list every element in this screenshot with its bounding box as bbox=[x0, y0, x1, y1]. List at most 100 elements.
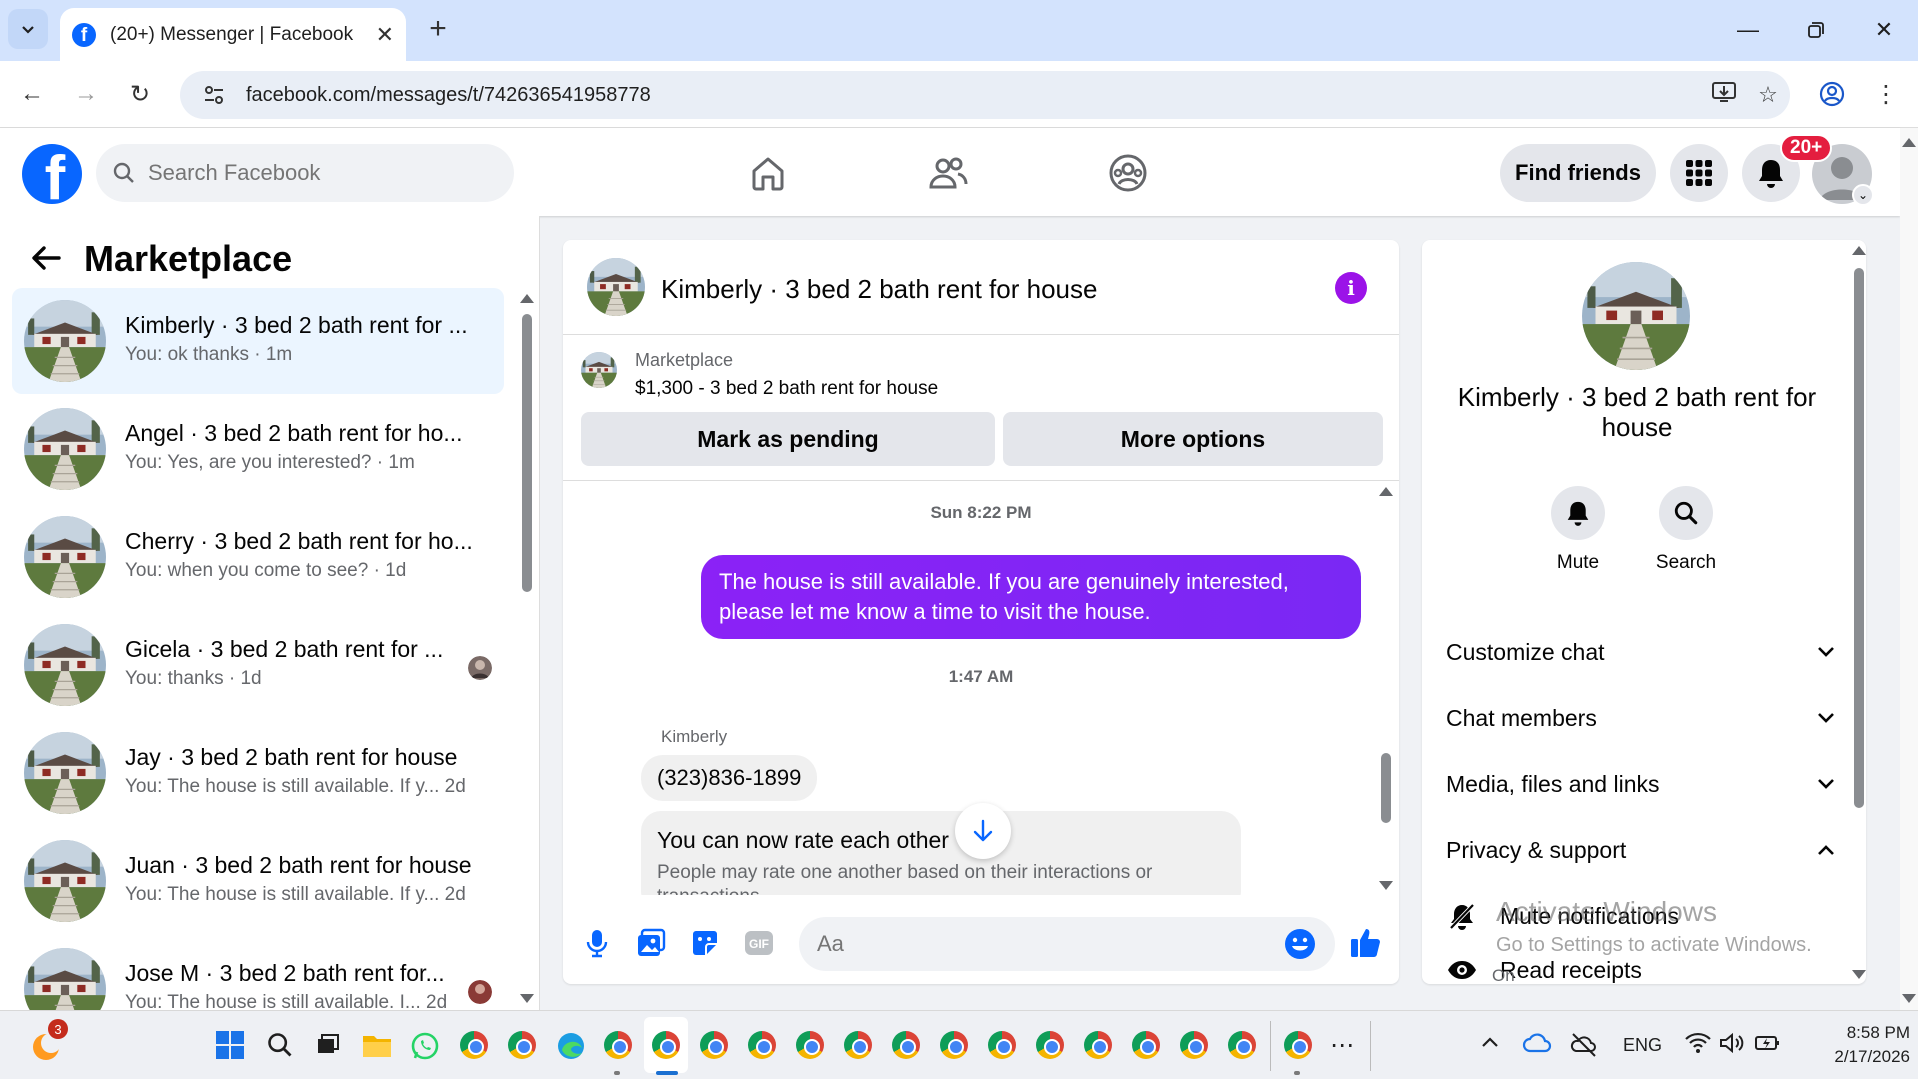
message-input[interactable] bbox=[817, 929, 1257, 959]
chat-list-item[interactable]: Jay · 3 bed 2 bath rent for house You: T… bbox=[12, 720, 504, 826]
like-thumbs-up-icon[interactable] bbox=[1345, 921, 1387, 963]
file-explorer-icon[interactable] bbox=[362, 1031, 392, 1061]
conversation-avatar[interactable] bbox=[587, 258, 645, 316]
sticker-icon[interactable] bbox=[687, 925, 723, 961]
photo-icon[interactable] bbox=[633, 925, 669, 961]
more-apps-icon[interactable]: ⋯ bbox=[1330, 1031, 1360, 1061]
emoji-icon[interactable] bbox=[1283, 927, 1317, 961]
reload-icon[interactable]: ↻ bbox=[120, 74, 160, 114]
no-network-sync-icon[interactable] bbox=[1570, 1031, 1600, 1061]
chat-info-avatar[interactable] bbox=[1582, 262, 1690, 370]
chrome-profile-icon[interactable] bbox=[1812, 74, 1852, 114]
incoming-message[interactable]: (323)836-1899 bbox=[641, 755, 818, 801]
minimize-icon[interactable]: — bbox=[1728, 10, 1768, 50]
whatsapp-icon[interactable] bbox=[410, 1031, 440, 1061]
page-scroll-up-icon[interactable] bbox=[1902, 138, 1916, 147]
volume-icon[interactable] bbox=[1718, 1031, 1748, 1061]
chrome-window-icon[interactable] bbox=[1180, 1031, 1210, 1061]
site-info-icon[interactable] bbox=[196, 77, 232, 113]
search-input[interactable] bbox=[148, 160, 488, 186]
chrome-window-icon[interactable] bbox=[1228, 1031, 1258, 1061]
windows-start-icon[interactable] bbox=[216, 1031, 246, 1061]
back-icon[interactable]: ← bbox=[12, 74, 52, 114]
thread-scroll-down-icon[interactable] bbox=[1379, 881, 1393, 890]
url-text[interactable]: facebook.com/messages/t/742636541958778 bbox=[246, 84, 1702, 107]
chat-list-item[interactable]: Angel · 3 bed 2 bath rent for ho... You:… bbox=[12, 396, 504, 502]
tab-search-button[interactable] bbox=[8, 9, 48, 49]
facebook-search[interactable] bbox=[96, 144, 514, 202]
page-scrollbar[interactable] bbox=[1900, 128, 1918, 1010]
conversation-info-icon[interactable]: i bbox=[1335, 272, 1367, 304]
scroll-up-arrow-icon[interactable] bbox=[520, 294, 534, 303]
onedrive-cloud-icon[interactable] bbox=[1522, 1031, 1552, 1061]
chrome-window-icon[interactable] bbox=[1284, 1031, 1314, 1061]
gif-icon[interactable]: GIF bbox=[741, 925, 777, 961]
forward-icon[interactable]: → bbox=[66, 74, 106, 114]
chat-members-section[interactable]: Chat members bbox=[1446, 698, 1836, 738]
close-tab-icon[interactable]: ✕ bbox=[376, 22, 394, 48]
outgoing-message[interactable]: The house is still available. If you are… bbox=[701, 555, 1361, 639]
chrome-window-icon[interactable] bbox=[1036, 1031, 1066, 1061]
browser-tab-active[interactable]: f (20+) Messenger | Facebook ✕ bbox=[60, 8, 406, 61]
address-bar[interactable]: facebook.com/messages/t/742636541958778 … bbox=[180, 71, 1790, 119]
edge-icon[interactable] bbox=[556, 1031, 586, 1061]
restore-icon[interactable] bbox=[1796, 10, 1836, 50]
chevron-up-icon[interactable] bbox=[1478, 1031, 1508, 1061]
media-files-section[interactable]: Media, files and links bbox=[1446, 764, 1836, 804]
friends-nav-icon[interactable] bbox=[918, 146, 978, 200]
more-options-button[interactable]: More options bbox=[1003, 412, 1383, 466]
language-indicator[interactable]: ENG bbox=[1623, 1035, 1662, 1056]
search-action[interactable]: Search bbox=[1636, 486, 1736, 574]
chrome-window-icon[interactable] bbox=[1084, 1031, 1114, 1061]
find-friends-button[interactable]: Find friends bbox=[1500, 144, 1656, 202]
scroll-down-arrow-icon[interactable] bbox=[520, 994, 534, 1003]
bell-icon[interactable] bbox=[1551, 486, 1605, 540]
chrome-window-icon[interactable] bbox=[508, 1031, 538, 1061]
chat-list-scrollbar[interactable] bbox=[522, 314, 532, 592]
chrome-window-icon[interactable] bbox=[460, 1031, 490, 1061]
facebook-logo[interactable]: f bbox=[22, 144, 82, 204]
customize-chat-section[interactable]: Customize chat bbox=[1446, 632, 1836, 672]
page-scroll-down-icon[interactable] bbox=[1902, 994, 1916, 1003]
listing-title[interactable]: $1,300 - 3 bed 2 bath rent for house bbox=[635, 378, 938, 400]
chrome-window-icon[interactable] bbox=[604, 1031, 634, 1061]
microphone-icon[interactable] bbox=[579, 925, 615, 961]
chrome-window-icon[interactable] bbox=[988, 1031, 1018, 1061]
privacy-support-section[interactable]: Privacy & support bbox=[1446, 830, 1836, 870]
conversation-title[interactable]: Kimberly · 3 bed 2 bath rent for house bbox=[661, 274, 1097, 305]
new-tab-button[interactable]: + bbox=[420, 12, 456, 46]
menu-grid-button[interactable] bbox=[1670, 144, 1728, 202]
chat-list-item[interactable]: Juan · 3 bed 2 bath rent for house You: … bbox=[12, 828, 504, 934]
chrome-window-icon[interactable] bbox=[748, 1031, 778, 1061]
task-view-icon[interactable] bbox=[314, 1031, 344, 1061]
search-icon[interactable] bbox=[266, 1031, 296, 1061]
groups-nav-icon[interactable] bbox=[1098, 146, 1158, 200]
scroll-to-bottom-button[interactable] bbox=[955, 803, 1011, 859]
info-scroll-up-icon[interactable] bbox=[1852, 246, 1866, 255]
info-scroll-down-icon[interactable] bbox=[1852, 970, 1866, 979]
thread-scrollbar[interactable] bbox=[1381, 753, 1391, 823]
chat-list-item[interactable]: Cherry · 3 bed 2 bath rent for ho... You… bbox=[12, 504, 504, 610]
chrome-window-icon[interactable] bbox=[1132, 1031, 1162, 1061]
browser-menu-icon[interactable]: ⋮ bbox=[1866, 74, 1906, 114]
chat-list-item[interactable]: Jose M · 3 bed 2 bath rent for... You: T… bbox=[12, 936, 504, 1010]
account-chevron-icon[interactable]: ⌄ bbox=[1852, 184, 1874, 206]
chat-list-item[interactable]: Kimberly · 3 bed 2 bath rent for ... You… bbox=[12, 288, 504, 394]
info-panel-scrollbar[interactable] bbox=[1854, 268, 1864, 808]
rating-notice-card[interactable]: You can now rate each other People may r… bbox=[641, 811, 1241, 895]
chrome-window-icon[interactable] bbox=[892, 1031, 922, 1061]
system-clock[interactable]: 8:58 PM 2/17/2026 bbox=[1800, 1021, 1910, 1069]
chrome-window-icon[interactable] bbox=[796, 1031, 826, 1061]
home-nav-icon[interactable] bbox=[738, 146, 798, 200]
back-arrow-icon[interactable] bbox=[26, 240, 66, 276]
search-icon[interactable] bbox=[1659, 486, 1713, 540]
wifi-icon[interactable] bbox=[1684, 1031, 1714, 1061]
mute-action[interactable]: Mute bbox=[1528, 486, 1628, 574]
message-input-field[interactable] bbox=[799, 917, 1335, 971]
chrome-window-icon[interactable] bbox=[844, 1031, 874, 1061]
bookmark-star-icon[interactable]: ☆ bbox=[1746, 82, 1790, 108]
thread-scroll-up-icon[interactable] bbox=[1379, 487, 1393, 496]
chrome-window-icon-active[interactable] bbox=[652, 1031, 682, 1061]
chat-list-item[interactable]: Gicela · 3 bed 2 bath rent for ... You: … bbox=[12, 612, 504, 718]
chrome-window-icon[interactable] bbox=[940, 1031, 970, 1061]
